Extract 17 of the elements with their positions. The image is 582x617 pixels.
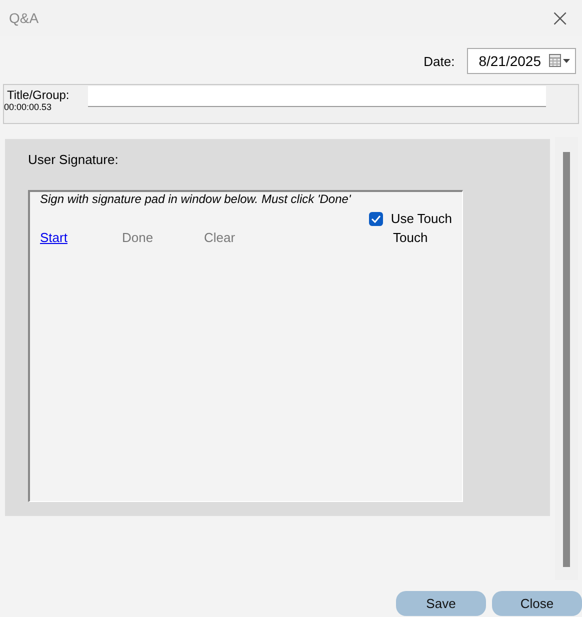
dialog-button[interactable]: Close (492, 591, 582, 616)
use-touch-checkbox[interactable]: Use Touch (368, 211, 452, 226)
touch-mode-label: Touch (393, 230, 428, 245)
instructions-text: Sign with signature pad in window below. Must click 'Done' (40, 192, 352, 206)
date-value: 8/21/2025 (478, 53, 541, 69)
checkmark-icon (370, 214, 381, 222)
title-group-field[interactable] (88, 86, 546, 107)
window-title: Q&A (9, 10, 39, 26)
title-group-label: Title/Group: (6, 88, 70, 102)
calendar-dropdown-icon (549, 54, 571, 68)
date-label: Date: (424, 54, 455, 68)
date-picker[interactable]: 8/21/2025 (466, 48, 576, 74)
elapsed-time: 00:00:00.53 (4, 102, 53, 112)
dialog-button[interactable]: Save (396, 591, 486, 616)
close-button[interactable]: × (538, 0, 582, 36)
signature-heading: User Signature: (28, 152, 120, 167)
action-link[interactable]: Start (40, 230, 122, 245)
